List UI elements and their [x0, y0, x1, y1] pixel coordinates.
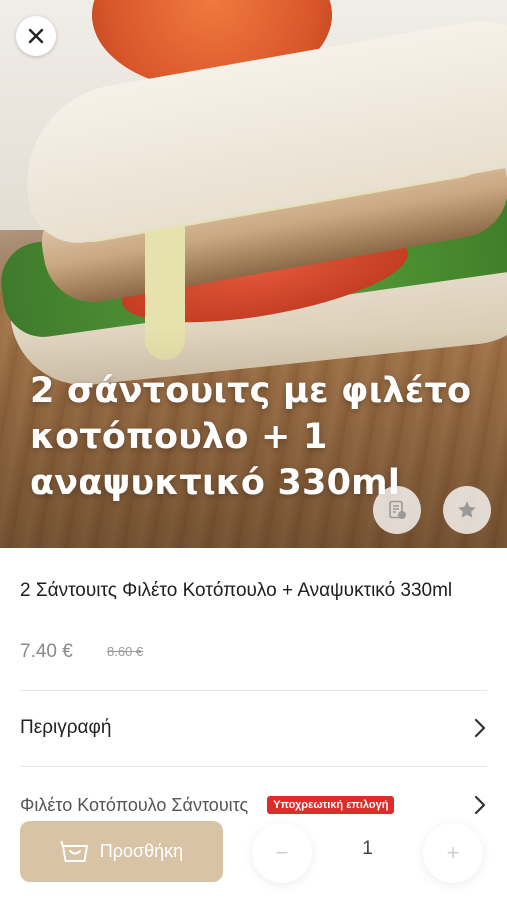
- basket-icon: [60, 840, 88, 862]
- divider: [20, 766, 487, 767]
- product-title: 2 Σάντουιτς Φιλέτο Κοτόπουλο + Αναψυκτικ…: [20, 580, 453, 601]
- promo-text: 2 σάντουιτς με φιλέτο κοτόπουλο + 1 αναψ…: [30, 371, 472, 503]
- product-price: 7.40 €: [20, 641, 73, 662]
- close-button[interactable]: [16, 16, 56, 56]
- required-badge: Υποχρεωτική επιλογή: [267, 796, 395, 814]
- chevron-right-icon: [474, 718, 486, 738]
- favorite-button[interactable]: [443, 486, 491, 534]
- product-hero-image: 2 σάντουιτς με φιλέτο κοτόπουλο + 1 αναψ…: [0, 0, 507, 548]
- menu-info-button[interactable]: [373, 486, 421, 534]
- menu-icon: [389, 500, 406, 519]
- close-icon: [28, 28, 44, 44]
- description-label: Περιγραφή: [20, 717, 112, 738]
- option-label: Φιλέτο Κοτόπουλο Σάντουιτς: [20, 794, 249, 815]
- divider: [20, 690, 487, 691]
- add-to-cart-button[interactable]: Προσθήκη: [20, 821, 223, 882]
- star-icon: [458, 501, 476, 518]
- quantity-value: 1: [362, 838, 373, 859]
- add-button-label: Προσθήκη: [99, 841, 184, 861]
- original-price: 8.60 €: [107, 644, 144, 659]
- chevron-right-icon: [474, 795, 486, 815]
- quantity-decrease-button[interactable]: −: [252, 823, 312, 883]
- description-row[interactable]: Περιγραφή: [20, 713, 487, 743]
- quantity-increase-button[interactable]: +: [423, 823, 483, 883]
